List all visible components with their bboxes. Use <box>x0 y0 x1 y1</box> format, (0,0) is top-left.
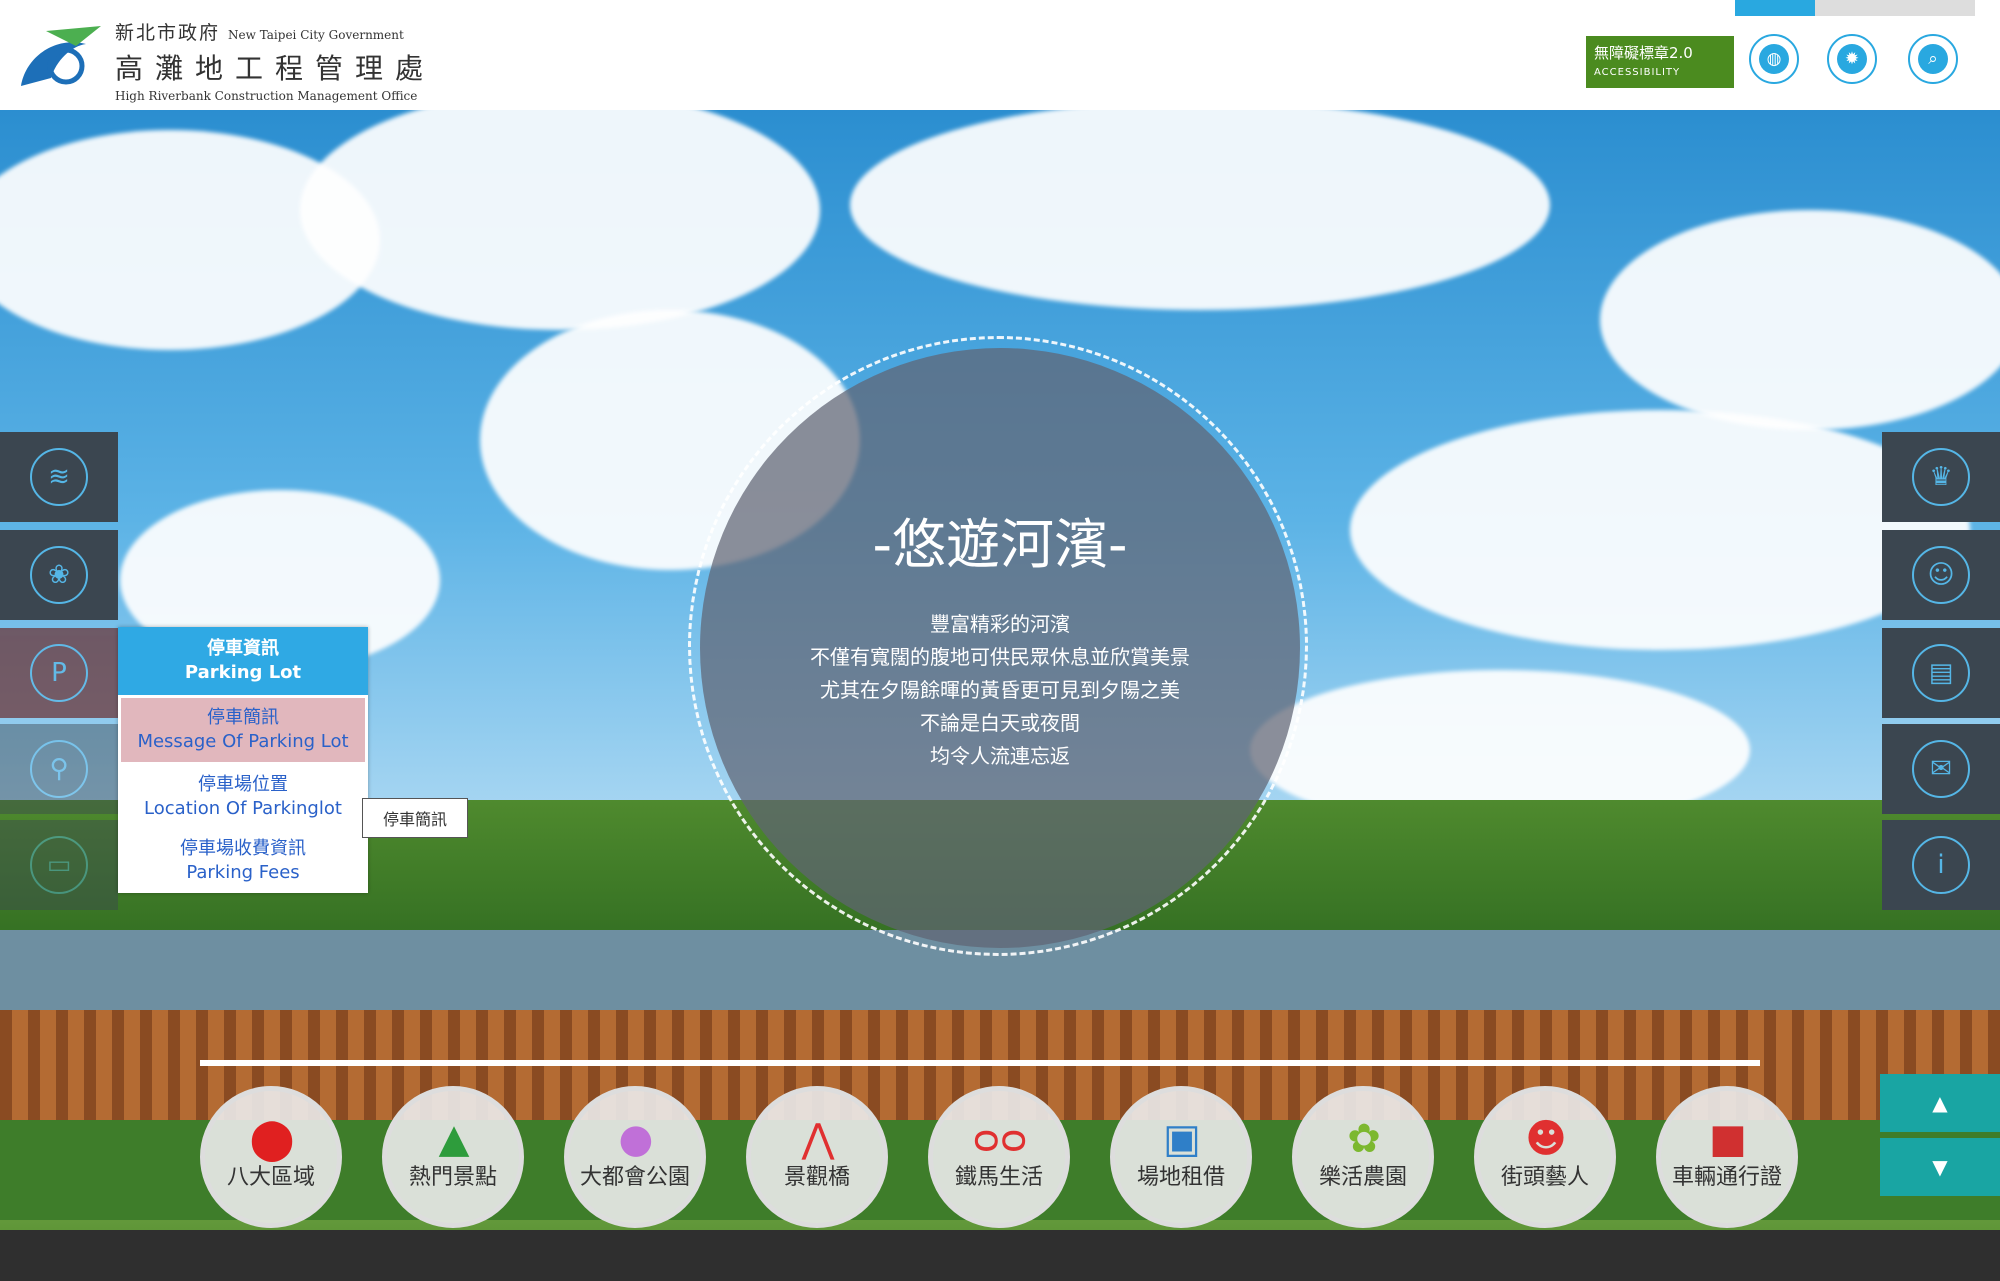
map-pin-icon: ⬤ <box>249 1116 295 1162</box>
wheel-label: 八大區域 <box>226 1165 315 1190</box>
wheel-street-artists[interactable]: ☻ 街頭藝人 <box>1474 1086 1616 1228</box>
wheel-label: 車輛通行證 <box>1671 1165 1782 1190</box>
left-nav-location[interactable]: ⚲ <box>0 724 118 814</box>
menu-item-zh: 停車簡訊 <box>207 707 279 728</box>
wheel-regions[interactable]: ⬤ 八大區域 <box>200 1086 342 1228</box>
group-icon: ☺ <box>1912 546 1970 604</box>
wheel-label: 街頭藝人 <box>1500 1165 1589 1190</box>
bicycle-icon: ᴑᴑ <box>972 1116 1028 1162</box>
accessibility-badge-label: 無障礙標章2.0 <box>1594 44 1693 62</box>
wheel-label: 大都會公園 <box>579 1165 690 1190</box>
menu-item-zh: 停車場收費資訊 <box>180 838 306 859</box>
menu-item-zh: 停車場位置 <box>198 774 288 795</box>
parking-menu-item-location[interactable]: 停車場位置 Location Of Parkinglot <box>118 765 368 829</box>
logo-icon[interactable] <box>16 16 111 94</box>
wheel-label: 熱門景點 <box>408 1165 497 1190</box>
scroll-up-button[interactable]: ▲ <box>1880 1074 2000 1132</box>
hero-line: 不論是白天或夜間 <box>920 711 1080 735</box>
chevron-down-icon: ▼ <box>1932 1155 1948 1179</box>
site-header: 新北市政府 New Taipei City Government 高灘地工程管理處… <box>0 0 2000 110</box>
wheel-label: 景觀橋 <box>783 1165 850 1190</box>
right-nav-news[interactable]: ▤ <box>1882 628 2000 718</box>
hero-line: 均令人流連忘返 <box>930 744 1070 768</box>
wheel-label: 樂活農園 <box>1318 1165 1407 1190</box>
wheel-hot-spots[interactable]: ▲ 熱門景點 <box>382 1086 524 1228</box>
top-progress-bar <box>1735 0 1975 16</box>
left-nav-book[interactable]: ▭ <box>0 820 118 910</box>
logo-text[interactable]: 新北市政府 New Taipei City Government 高灘地工程管理處… <box>115 18 435 103</box>
scroll-down-button[interactable]: ▼ <box>1880 1138 2000 1196</box>
parking-menu-header[interactable]: 停車資訊 Parking Lot <box>118 627 368 695</box>
info-icon: i <box>1912 836 1970 894</box>
chevron-up-icon: ▲ <box>1932 1091 1948 1115</box>
wheel-leisure-farm[interactable]: ✿ 樂活農園 <box>1292 1086 1434 1228</box>
org-en: New Taipei City Government <box>228 28 404 42</box>
parking-menu-item-message[interactable]: 停車簡訊 Message Of Parking Lot <box>118 695 368 765</box>
map-icon: ▣ <box>1163 1116 1201 1162</box>
parking-menu-header-en: Parking Lot <box>184 662 302 683</box>
wave-icon: ≋ <box>30 448 88 506</box>
wheel-metropolitan-park[interactable]: ● 大都會公園 <box>564 1086 706 1228</box>
wheel-vehicle-permit[interactable]: ■ 車輛通行證 <box>1656 1086 1798 1228</box>
settings-button[interactable]: ✹ <box>1827 34 1877 84</box>
language-button[interactable]: ◍ <box>1749 34 1799 84</box>
wheel-bike-life[interactable]: ᴑᴑ 鐵馬生活 <box>928 1086 1070 1228</box>
accessibility-badge-text: ACCESSIBILITY <box>1594 67 1681 78</box>
flower-icon: ❀ <box>30 546 88 604</box>
tree-bench-icon: ▲ <box>438 1116 470 1162</box>
menu-item-en: Message Of Parking Lot <box>137 731 349 752</box>
parking-menu-item-fees[interactable]: 停車場收費資訊 Parking Fees <box>118 829 368 893</box>
wheel-label: 鐵馬生活 <box>954 1165 1043 1190</box>
right-nav-awards[interactable]: ♛ <box>1882 432 2000 522</box>
mail-icon: ✉ <box>1912 740 1970 798</box>
office-en: High Riverbank Construction Management O… <box>115 89 418 103</box>
bridge-icon: ⋀ <box>801 1116 835 1162</box>
farm-icon: ✿ <box>1347 1116 1381 1162</box>
newspaper-icon: ▤ <box>1912 644 1970 702</box>
book-icon: ▭ <box>30 836 88 894</box>
right-nav-groups[interactable]: ☺ <box>1882 530 2000 620</box>
left-nav-scenery[interactable]: ❀ <box>0 530 118 620</box>
wheel-landscape-bridge[interactable]: ⋀ 景觀橋 <box>746 1086 888 1228</box>
wheel-label: 場地租借 <box>1136 1165 1225 1190</box>
location-pin-icon: ⚲ <box>30 740 88 798</box>
search-button[interactable]: ⌕ <box>1908 34 1958 84</box>
globe-icon: ◍ <box>1759 44 1789 74</box>
menu-item-en: Location Of Parkinglot <box>144 798 342 819</box>
hero-description: 豐富精彩的河濱 不僅有寬闊的腹地可供民眾休息並欣賞美景 尤其在夕陽餘暉的黃昏更可… <box>700 608 1300 773</box>
right-nav-info[interactable]: i <box>1882 820 2000 910</box>
parking-menu-header-zh: 停車資訊 <box>207 638 279 659</box>
left-nav-parking[interactable]: P <box>0 628 118 718</box>
org-zh: 新北市政府 <box>115 22 221 44</box>
hero-line: 尤其在夕陽餘暉的黃昏更可見到夕陽之美 <box>820 678 1180 702</box>
bear-icon: ● <box>618 1116 654 1162</box>
hero-line: 豐富精彩的河濱 <box>930 612 1070 636</box>
tooltip: 停車簡訊 <box>362 798 468 838</box>
parking-menu: 停車資訊 Parking Lot 停車簡訊 Message Of Parking… <box>118 627 368 893</box>
wheel-venue-rental[interactable]: ▣ 場地租借 <box>1110 1086 1252 1228</box>
parking-icon: P <box>30 644 88 702</box>
theater-masks-icon: ☻ <box>1525 1116 1567 1162</box>
hero-line: 不僅有寬闊的腹地可供民眾休息並欣賞美景 <box>810 645 1190 669</box>
menu-item-en: Parking Fees <box>186 862 300 883</box>
hero-title: -悠遊河濱- <box>872 513 1128 576</box>
trophy-icon: ♛ <box>1912 448 1970 506</box>
gear-icon: ✹ <box>1837 44 1867 74</box>
search-icon: ⌕ <box>1918 44 1948 74</box>
left-nav-river[interactable]: ≋ <box>0 432 118 522</box>
right-nav-mail[interactable]: ✉ <box>1882 724 2000 814</box>
accessibility-badge[interactable]: 無障礙標章2.0 ACCESSIBILITY <box>1586 36 1734 88</box>
truck-icon: ■ <box>1709 1116 1747 1162</box>
office-zh: 高灘地工程管理處 <box>115 52 436 85</box>
